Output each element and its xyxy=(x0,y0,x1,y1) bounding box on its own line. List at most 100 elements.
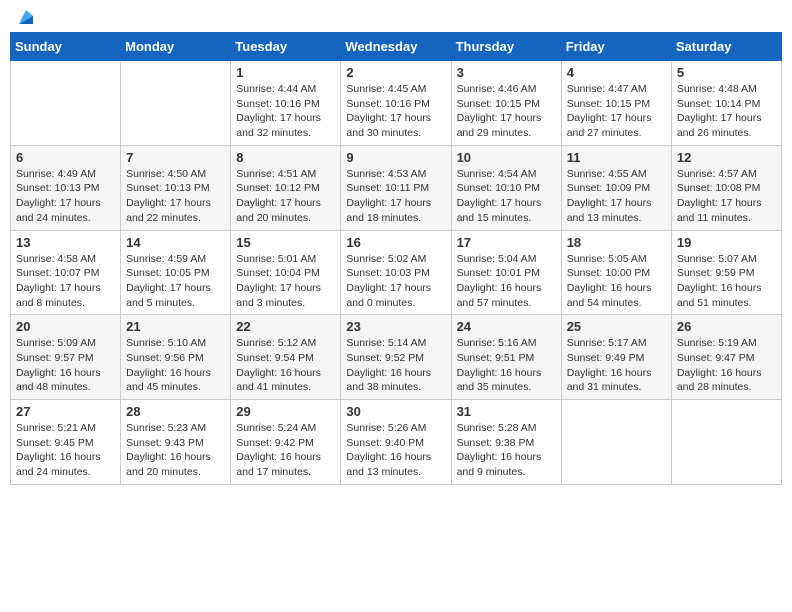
day-number: 15 xyxy=(236,235,335,250)
day-info: Sunrise: 4:55 AM Sunset: 10:09 PM Daylig… xyxy=(567,167,666,226)
calendar-cell: 27 Sunrise: 5:21 AM Sunset: 9:45 PM Dayli… xyxy=(11,400,121,485)
day-number: 22 xyxy=(236,319,335,334)
day-number: 31 xyxy=(457,404,556,419)
day-info: Sunrise: 4:59 AM Sunset: 10:05 PM Daylig… xyxy=(126,252,225,311)
day-info: Sunrise: 5:21 AM Sunset: 9:45 PM Dayligh… xyxy=(16,421,115,480)
day-info: Sunrise: 4:54 AM Sunset: 10:10 PM Daylig… xyxy=(457,167,556,226)
logo xyxy=(14,10,37,24)
day-info: Sunrise: 4:51 AM Sunset: 10:12 PM Daylig… xyxy=(236,167,335,226)
day-number: 17 xyxy=(457,235,556,250)
day-number: 3 xyxy=(457,65,556,80)
weekday-header-row: SundayMondayTuesdayWednesdayThursdayFrid… xyxy=(11,33,782,61)
calendar-cell: 23 Sunrise: 5:14 AM Sunset: 9:52 PM Dayli… xyxy=(341,315,451,400)
day-number: 4 xyxy=(567,65,666,80)
day-info: Sunrise: 4:46 AM Sunset: 10:15 PM Daylig… xyxy=(457,82,556,141)
day-number: 2 xyxy=(346,65,445,80)
calendar-cell: 26Sunrise: 5:19 AM Sunset: 9:47 PM Dayli… xyxy=(671,315,781,400)
calendar-cell: 11 Sunrise: 4:55 AM Sunset: 10:09 PM Dayl… xyxy=(561,145,671,230)
day-number: 14 xyxy=(126,235,225,250)
day-number: 24 xyxy=(457,319,556,334)
day-info: Sunrise: 5:19 AM Sunset: 9:47 PM Dayligh… xyxy=(677,336,776,395)
day-info: Sunrise: 5:09 AM Sunset: 9:57 PM Dayligh… xyxy=(16,336,115,395)
weekday-header-sunday: Sunday xyxy=(11,33,121,61)
calendar-cell: 16 Sunrise: 5:02 AM Sunset: 10:03 PM Dayl… xyxy=(341,230,451,315)
weekday-header-tuesday: Tuesday xyxy=(231,33,341,61)
weekday-header-friday: Friday xyxy=(561,33,671,61)
weekday-header-wednesday: Wednesday xyxy=(341,33,451,61)
calendar-cell: 24 Sunrise: 5:16 AM Sunset: 9:51 PM Dayli… xyxy=(451,315,561,400)
day-info: Sunrise: 5:07 AM Sunset: 9:59 PM Dayligh… xyxy=(677,252,776,311)
calendar-cell: 19 Sunrise: 5:07 AM Sunset: 9:59 PM Dayli… xyxy=(671,230,781,315)
calendar-cell: 10 Sunrise: 4:54 AM Sunset: 10:10 PM Dayl… xyxy=(451,145,561,230)
day-info: Sunrise: 5:24 AM Sunset: 9:42 PM Dayligh… xyxy=(236,421,335,480)
calendar-cell: 15 Sunrise: 5:01 AM Sunset: 10:04 PM Dayl… xyxy=(231,230,341,315)
calendar-table: SundayMondayTuesdayWednesdayThursdayFrid… xyxy=(10,32,782,485)
day-info: Sunrise: 5:01 AM Sunset: 10:04 PM Daylig… xyxy=(236,252,335,311)
day-info: Sunrise: 4:53 AM Sunset: 10:11 PM Daylig… xyxy=(346,167,445,226)
calendar-cell: 20 Sunrise: 5:09 AM Sunset: 9:57 PM Dayli… xyxy=(11,315,121,400)
day-number: 28 xyxy=(126,404,225,419)
day-info: Sunrise: 5:28 AM Sunset: 9:38 PM Dayligh… xyxy=(457,421,556,480)
calendar-cell: 31 Sunrise: 5:28 AM Sunset: 9:38 PM Dayli… xyxy=(451,400,561,485)
day-number: 20 xyxy=(16,319,115,334)
day-number: 9 xyxy=(346,150,445,165)
day-info: Sunrise: 5:14 AM Sunset: 9:52 PM Dayligh… xyxy=(346,336,445,395)
calendar-cell xyxy=(561,400,671,485)
day-number: 23 xyxy=(346,319,445,334)
calendar-cell xyxy=(121,61,231,146)
week-row-4: 20 Sunrise: 5:09 AM Sunset: 9:57 PM Dayli… xyxy=(11,315,782,400)
day-info: Sunrise: 4:48 AM Sunset: 10:14 PM Daylig… xyxy=(677,82,776,141)
calendar-cell xyxy=(671,400,781,485)
calendar-cell: 8 Sunrise: 4:51 AM Sunset: 10:12 PM Dayli… xyxy=(231,145,341,230)
day-number: 12 xyxy=(677,150,776,165)
day-number: 29 xyxy=(236,404,335,419)
calendar-cell: 17 Sunrise: 5:04 AM Sunset: 10:01 PM Dayl… xyxy=(451,230,561,315)
calendar-cell: 21Sunrise: 5:10 AM Sunset: 9:56 PM Dayli… xyxy=(121,315,231,400)
calendar-cell: 30 Sunrise: 5:26 AM Sunset: 9:40 PM Dayli… xyxy=(341,400,451,485)
week-row-1: 1Sunrise: 4:44 AM Sunset: 10:16 PM Dayli… xyxy=(11,61,782,146)
day-info: Sunrise: 4:49 AM Sunset: 10:13 PM Daylig… xyxy=(16,167,115,226)
calendar-cell: 7Sunrise: 4:50 AM Sunset: 10:13 PM Dayli… xyxy=(121,145,231,230)
day-info: Sunrise: 5:16 AM Sunset: 9:51 PM Dayligh… xyxy=(457,336,556,395)
week-row-5: 27 Sunrise: 5:21 AM Sunset: 9:45 PM Dayli… xyxy=(11,400,782,485)
day-info: Sunrise: 5:23 AM Sunset: 9:43 PM Dayligh… xyxy=(126,421,225,480)
calendar-cell: 2 Sunrise: 4:45 AM Sunset: 10:16 PM Dayli… xyxy=(341,61,451,146)
calendar-cell: 14 Sunrise: 4:59 AM Sunset: 10:05 PM Dayl… xyxy=(121,230,231,315)
day-info: Sunrise: 5:26 AM Sunset: 9:40 PM Dayligh… xyxy=(346,421,445,480)
day-number: 8 xyxy=(236,150,335,165)
day-number: 6 xyxy=(16,150,115,165)
calendar-cell: 1Sunrise: 4:44 AM Sunset: 10:16 PM Dayli… xyxy=(231,61,341,146)
calendar-cell: 18 Sunrise: 5:05 AM Sunset: 10:00 PM Dayl… xyxy=(561,230,671,315)
calendar-cell: 22Sunrise: 5:12 AM Sunset: 9:54 PM Dayli… xyxy=(231,315,341,400)
logo-icon xyxy=(15,6,37,28)
day-number: 1 xyxy=(236,65,335,80)
day-number: 10 xyxy=(457,150,556,165)
calendar-cell: 6 Sunrise: 4:49 AM Sunset: 10:13 PM Dayli… xyxy=(11,145,121,230)
day-number: 18 xyxy=(567,235,666,250)
day-number: 30 xyxy=(346,404,445,419)
calendar-cell: 5 Sunrise: 4:48 AM Sunset: 10:14 PM Dayli… xyxy=(671,61,781,146)
week-row-3: 13Sunrise: 4:58 AM Sunset: 10:07 PM Dayl… xyxy=(11,230,782,315)
day-number: 21 xyxy=(126,319,225,334)
calendar-cell xyxy=(11,61,121,146)
day-info: Sunrise: 5:02 AM Sunset: 10:03 PM Daylig… xyxy=(346,252,445,311)
calendar-cell: 3 Sunrise: 4:46 AM Sunset: 10:15 PM Dayli… xyxy=(451,61,561,146)
weekday-header-monday: Monday xyxy=(121,33,231,61)
day-number: 5 xyxy=(677,65,776,80)
calendar-cell: 28 Sunrise: 5:23 AM Sunset: 9:43 PM Dayli… xyxy=(121,400,231,485)
day-number: 27 xyxy=(16,404,115,419)
calendar-cell: 25Sunrise: 5:17 AM Sunset: 9:49 PM Dayli… xyxy=(561,315,671,400)
day-number: 11 xyxy=(567,150,666,165)
calendar-cell: 4 Sunrise: 4:47 AM Sunset: 10:15 PM Dayli… xyxy=(561,61,671,146)
day-info: Sunrise: 4:57 AM Sunset: 10:08 PM Daylig… xyxy=(677,167,776,226)
day-info: Sunrise: 5:05 AM Sunset: 10:00 PM Daylig… xyxy=(567,252,666,311)
day-info: Sunrise: 5:17 AM Sunset: 9:49 PM Dayligh… xyxy=(567,336,666,395)
calendar-cell: 9 Sunrise: 4:53 AM Sunset: 10:11 PM Dayli… xyxy=(341,145,451,230)
day-number: 19 xyxy=(677,235,776,250)
page-header xyxy=(10,10,782,24)
day-info: Sunrise: 4:45 AM Sunset: 10:16 PM Daylig… xyxy=(346,82,445,141)
day-info: Sunrise: 5:04 AM Sunset: 10:01 PM Daylig… xyxy=(457,252,556,311)
day-info: Sunrise: 4:47 AM Sunset: 10:15 PM Daylig… xyxy=(567,82,666,141)
day-number: 16 xyxy=(346,235,445,250)
day-info: Sunrise: 4:58 AM Sunset: 10:07 PM Daylig… xyxy=(16,252,115,311)
